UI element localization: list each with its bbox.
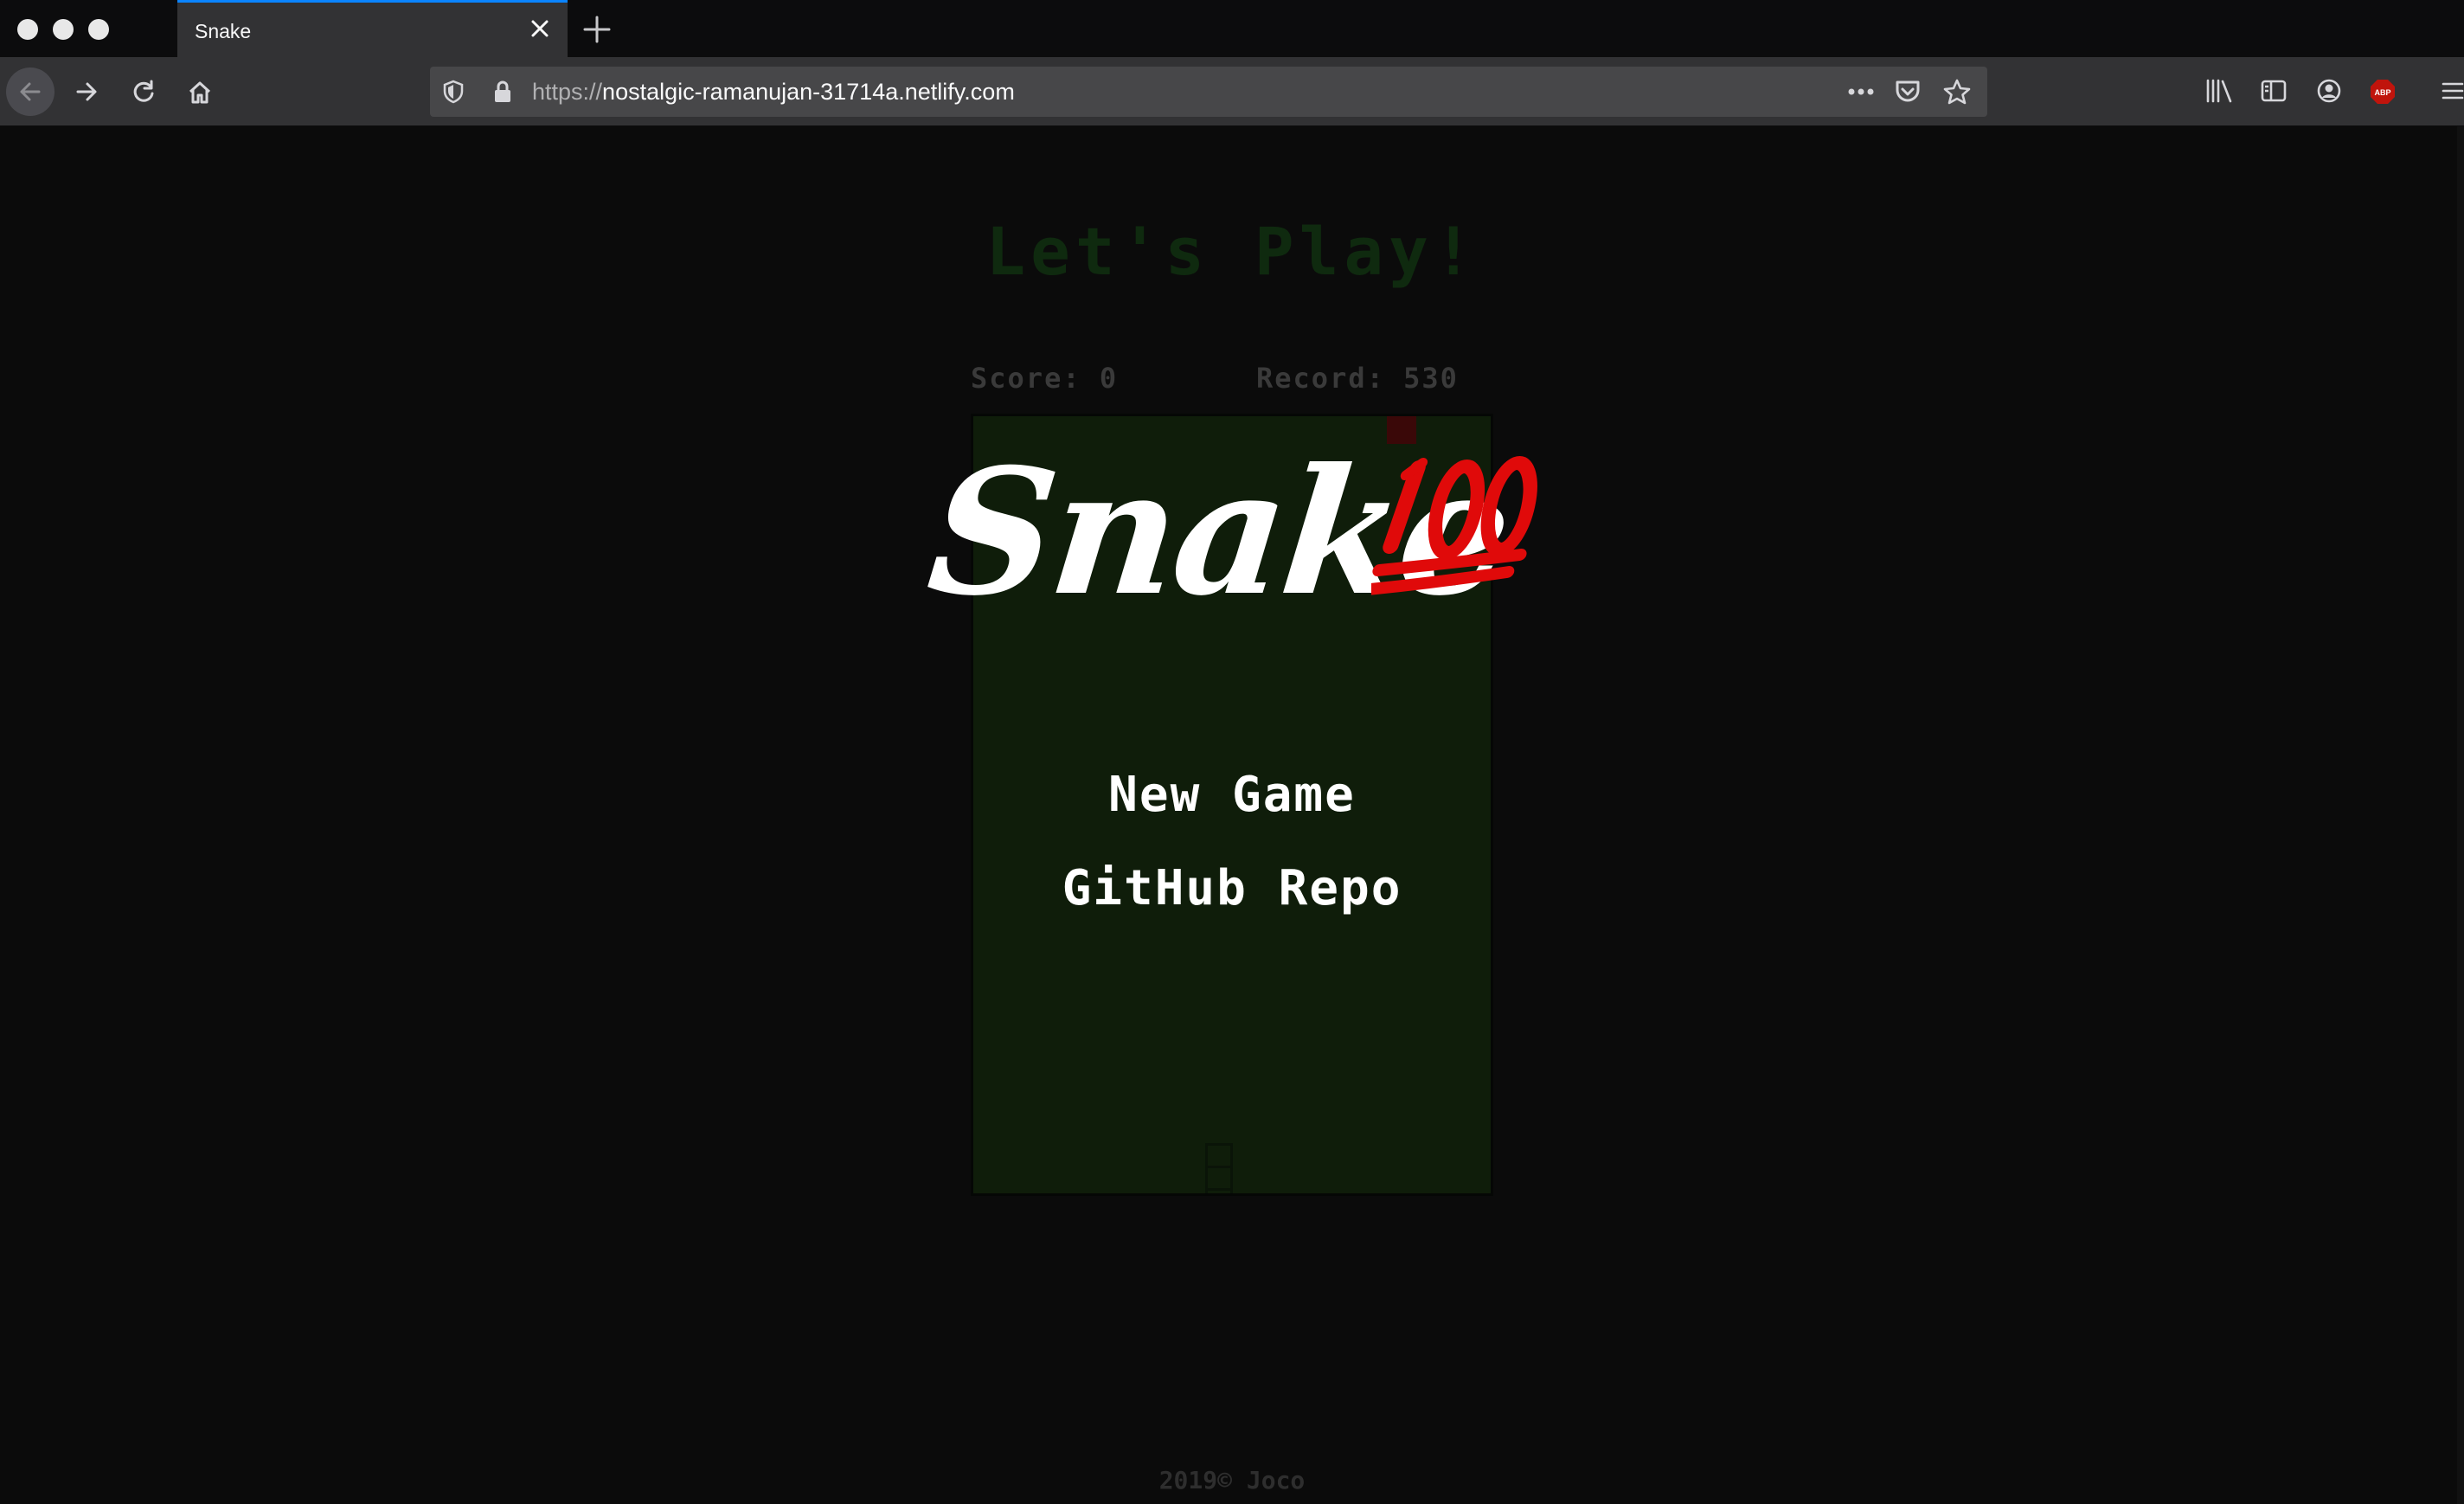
- reload-button[interactable]: [119, 67, 168, 116]
- bookmark-star-icon[interactable]: [1942, 78, 1972, 109]
- record-label: Record: 530: [1256, 362, 1459, 395]
- home-button[interactable]: [175, 67, 223, 116]
- arrow-left-icon: [20, 82, 41, 101]
- url-text[interactable]: https://nostalgic-ramanujan-31714a.netli…: [532, 79, 1015, 106]
- footer-copyright: 2019© Joco: [1158, 1466, 1306, 1494]
- back-button[interactable]: [6, 67, 55, 116]
- account-icon[interactable]: [2315, 78, 2343, 107]
- url-host: nostalgic-ramanujan-31714a.netlify.com: [602, 79, 1015, 105]
- sidebar-icon[interactable]: [2260, 78, 2288, 107]
- score-label: Score: 0: [971, 362, 1119, 395]
- url-scheme: https://: [532, 79, 603, 105]
- tracking-shield-icon[interactable]: [442, 80, 465, 107]
- lock-icon[interactable]: [492, 80, 513, 107]
- window-minimize-dot[interactable]: [53, 19, 74, 40]
- more-actions-icon[interactable]: [1845, 79, 1877, 108]
- tab-title: Snake: [195, 20, 252, 42]
- page-heading: Let's Play!: [985, 213, 1479, 290]
- tab-snake[interactable]: Snake: [177, 0, 568, 57]
- snake-segment: [1205, 1188, 1233, 1193]
- hundred-points-icon: 100: [1363, 442, 1544, 619]
- scrollbar[interactable]: [2457, 126, 2464, 1504]
- reload-icon: [133, 80, 154, 102]
- new-game-button[interactable]: New Game: [971, 767, 1493, 823]
- menu-icon[interactable]: [2440, 78, 2464, 107]
- library-icon[interactable]: [2204, 78, 2234, 107]
- url-bar[interactable]: https://nostalgic-ramanujan-31714a.netli…: [430, 67, 1987, 117]
- home-icon: [189, 81, 211, 104]
- arrow-right-icon: [76, 82, 97, 101]
- window-close-dot[interactable]: [17, 19, 38, 40]
- page-viewport: Let's Play! Score: 0 Record: 530 Snake 1…: [0, 126, 2464, 1504]
- new-tab-plus-icon[interactable]: [580, 12, 614, 47]
- pocket-icon[interactable]: [1894, 79, 1922, 108]
- adblock-icon[interactable]: ABP: [2369, 78, 2397, 109]
- forward-button[interactable]: [62, 67, 111, 116]
- navigation-toolbar: https://nostalgic-ramanujan-31714a.netli…: [0, 57, 2464, 126]
- window-zoom-dot[interactable]: [88, 19, 109, 40]
- close-icon[interactable]: [524, 13, 555, 44]
- browser-window: Snake https://nostalgic-ramanujan-31714a…: [0, 0, 2464, 1504]
- tab-strip: Snake: [0, 0, 2464, 57]
- github-repo-link[interactable]: GitHub Repo: [971, 860, 1493, 916]
- adblock-badge: ABP: [2374, 88, 2390, 97]
